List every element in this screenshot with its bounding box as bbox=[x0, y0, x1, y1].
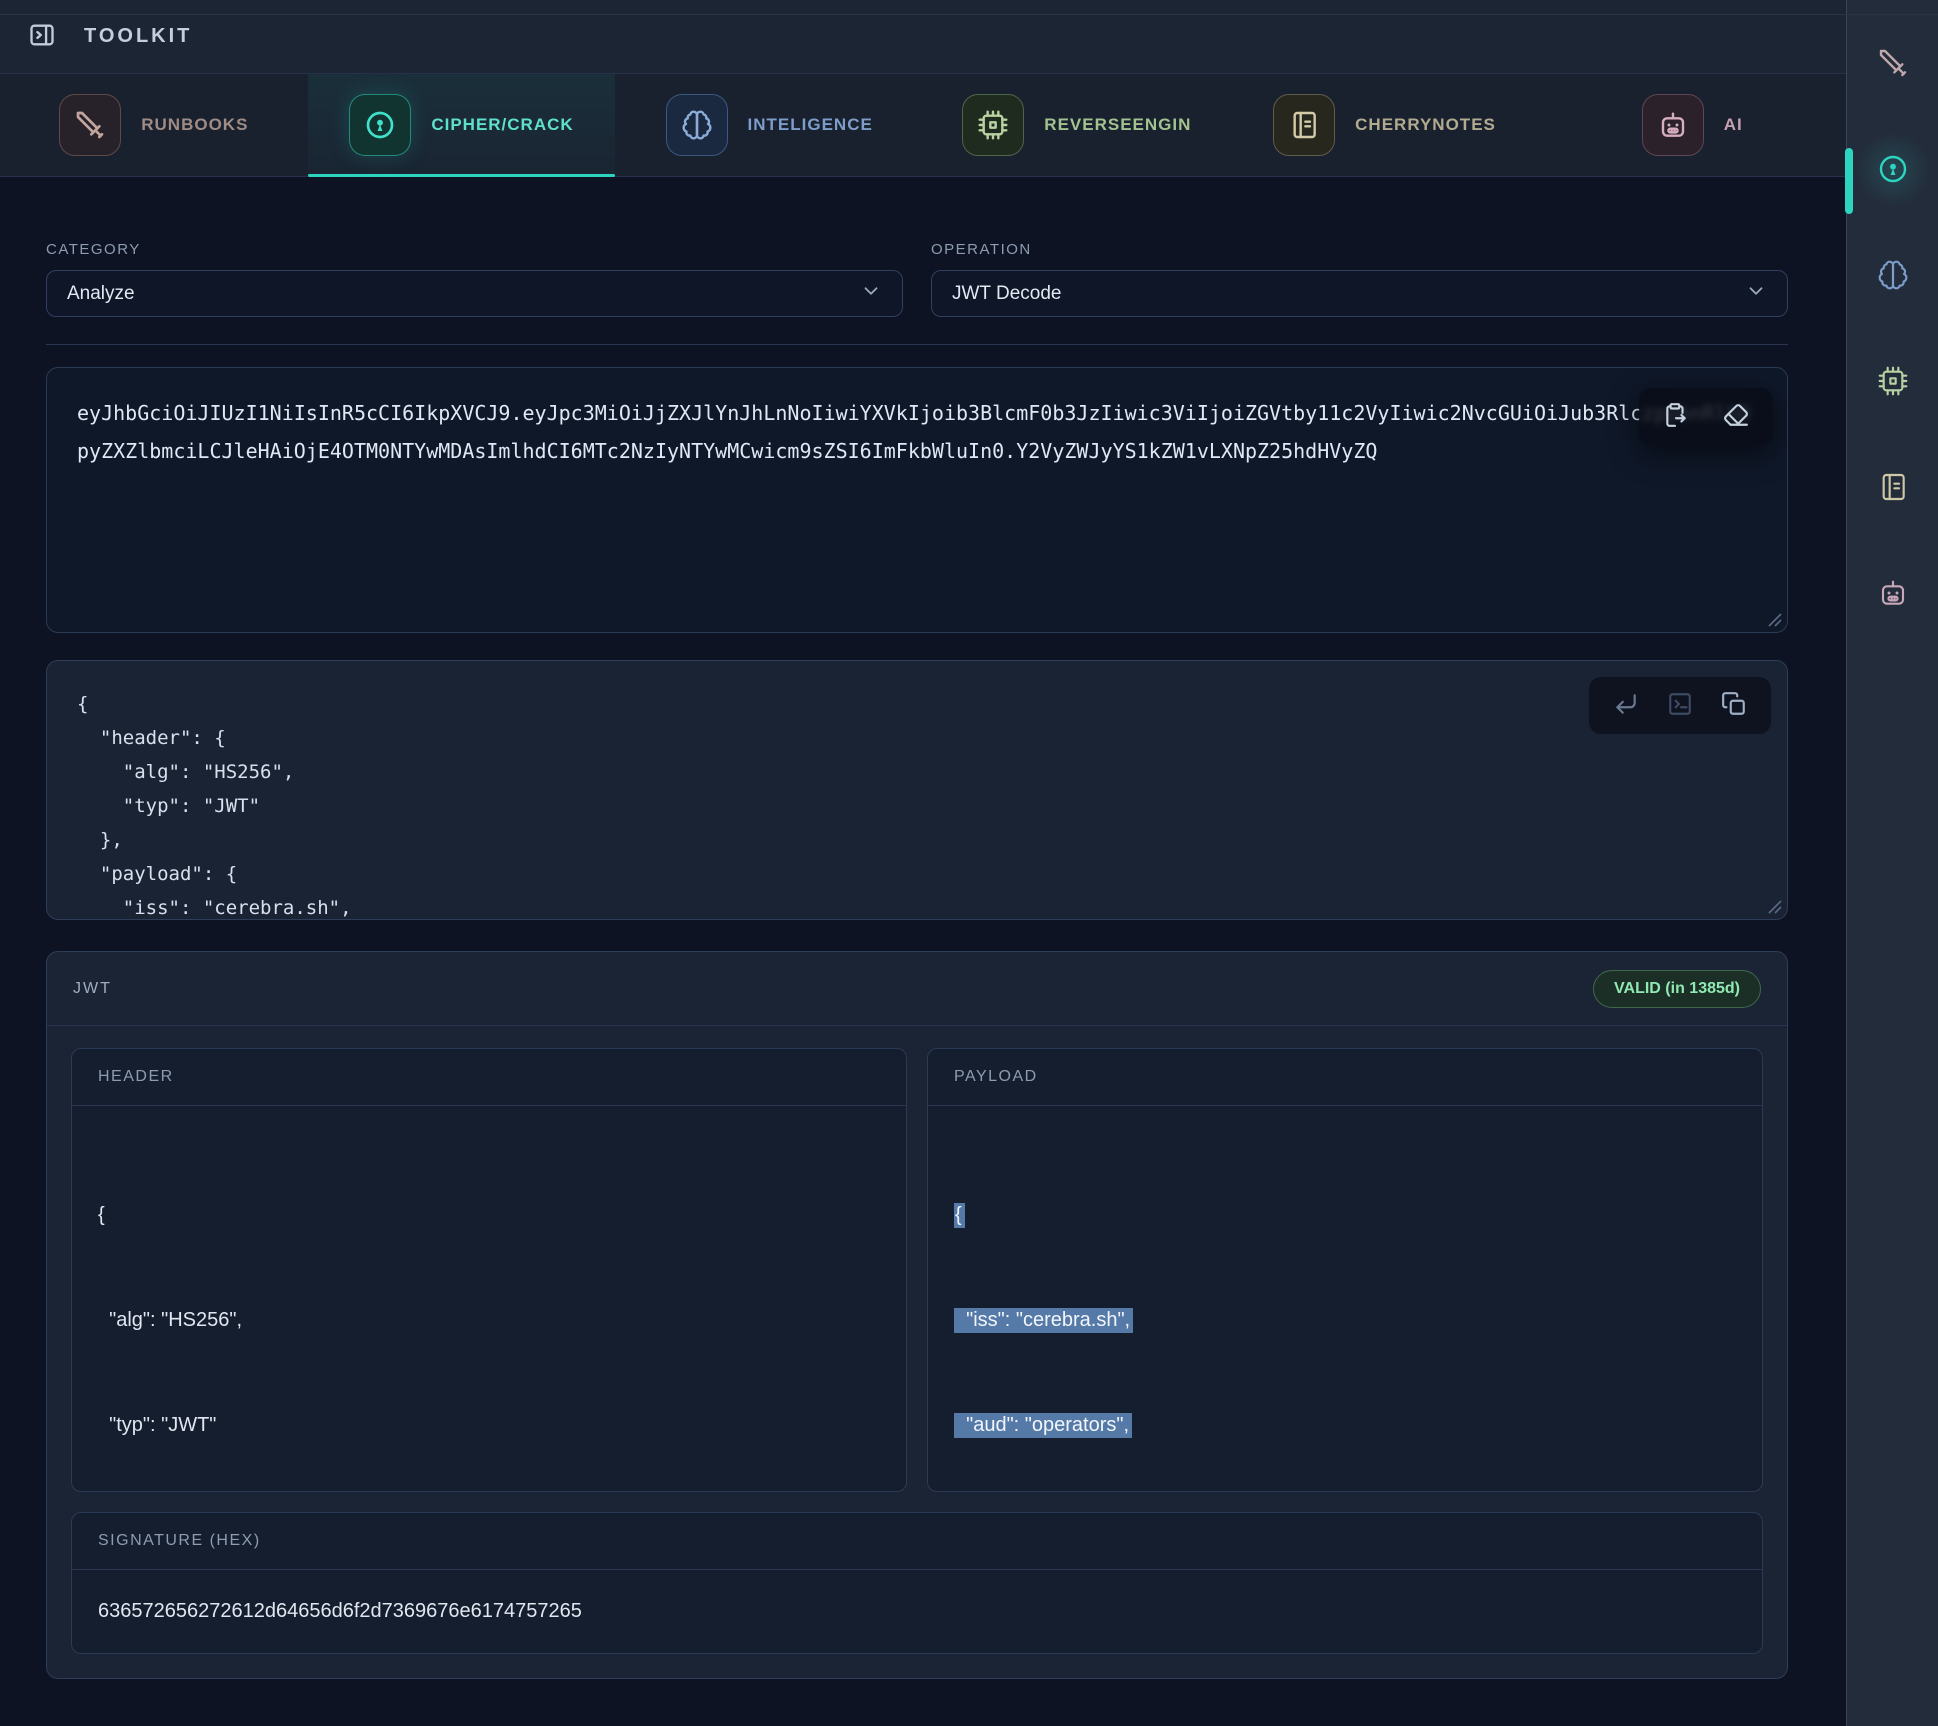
sidebar-runbooks-button[interactable] bbox=[1875, 46, 1911, 82]
copy-icon bbox=[1721, 691, 1747, 720]
notebook-icon bbox=[1273, 94, 1335, 156]
tab-label: AI bbox=[1724, 115, 1743, 135]
tab-label: RUNBOOKS bbox=[141, 115, 248, 135]
tab-intelligence[interactable]: INTELIGENCE bbox=[615, 74, 923, 176]
main-column: TOOLKIT RUNBOOKS CIPHER/CRACK INTELIGE bbox=[0, 0, 1846, 1726]
keyhole-icon bbox=[1877, 153, 1909, 188]
sidebar-cipher-button[interactable] bbox=[1875, 152, 1911, 188]
signature-card-title: SIGNATURE (HEX) bbox=[72, 1513, 1762, 1570]
copy-button[interactable] bbox=[1709, 685, 1759, 726]
header-line: { bbox=[98, 1198, 880, 1233]
operation-field: OPERATION JWT Decode bbox=[931, 241, 1788, 317]
topbar: TOOLKIT bbox=[0, 0, 1846, 74]
jwt-panel-header: JWT VALID (in 1385d) bbox=[47, 952, 1787, 1026]
signature-hex-value: 636572656272612d64656d6f2d7369676e617475… bbox=[72, 1570, 1762, 1653]
category-label: CATEGORY bbox=[46, 241, 903, 258]
operation-value: JWT Decode bbox=[952, 283, 1061, 305]
tab-label: INTELIGENCE bbox=[748, 115, 873, 135]
category-select[interactable]: Analyze bbox=[46, 270, 903, 317]
output-toolbar bbox=[1589, 677, 1771, 734]
cpu-icon bbox=[962, 94, 1024, 156]
payload-line: "aud": "operators", bbox=[954, 1408, 1736, 1443]
robot-icon bbox=[1877, 577, 1909, 612]
jwt-panel-title: JWT bbox=[73, 980, 112, 998]
clear-button[interactable] bbox=[1709, 396, 1763, 437]
sword-icon bbox=[1877, 47, 1909, 82]
operation-select[interactable]: JWT Decode bbox=[931, 270, 1788, 317]
section-divider bbox=[46, 344, 1788, 345]
tab-reverseengin[interactable]: REVERSEENGIN bbox=[923, 74, 1231, 176]
sidebar-cherrynotes-button[interactable] bbox=[1875, 470, 1911, 506]
sidebar-reverseengin-button[interactable] bbox=[1875, 364, 1911, 400]
paste-button[interactable] bbox=[1649, 396, 1703, 437]
payload-card-title: PAYLOAD bbox=[928, 1049, 1762, 1106]
app-root: TOOLKIT RUNBOOKS CIPHER/CRACK INTELIGE bbox=[0, 0, 1938, 1726]
tab-label: CHERRYNOTES bbox=[1355, 115, 1496, 135]
jwt-input[interactable]: eyJhbGciOiJIUzI1NiIsInR5cCI6IkpXVCJ9.eyJ… bbox=[47, 368, 1787, 632]
payload-line: { bbox=[954, 1198, 1736, 1233]
sidebar-active-indicator bbox=[1845, 148, 1853, 214]
app-title: TOOLKIT bbox=[84, 25, 192, 48]
category-field: CATEGORY Analyze bbox=[46, 241, 903, 317]
tab-cipher-crack[interactable]: CIPHER/CRACK bbox=[308, 74, 616, 176]
jwt-validity-badge: VALID (in 1385d) bbox=[1593, 970, 1761, 1008]
open-in-terminal-button[interactable] bbox=[1655, 685, 1705, 726]
payload-line: "iss": "cerebra.sh", bbox=[954, 1303, 1736, 1338]
sidebar bbox=[1846, 0, 1938, 1726]
category-value: Analyze bbox=[67, 283, 135, 305]
tab-label: CIPHER/CRACK bbox=[431, 115, 573, 135]
cipher-tool-content: CATEGORY Analyze OPERATION JWT Decode bbox=[0, 177, 1846, 1726]
header-card-json: { "alg": "HS256", "typ": "JWT" } bbox=[72, 1106, 906, 1492]
header-line: "alg": "HS256", bbox=[98, 1303, 880, 1338]
robot-icon bbox=[1642, 94, 1704, 156]
chevron-down-icon bbox=[860, 280, 882, 308]
panel-right-icon bbox=[28, 21, 56, 52]
sidebar-intelligence-button[interactable] bbox=[1875, 258, 1911, 294]
eraser-icon bbox=[1723, 402, 1749, 431]
payload-card-json: { "iss": "cerebra.sh", "aud": "operators… bbox=[928, 1106, 1762, 1492]
output-json: { "header": { "alg": "HS256", "typ": "JW… bbox=[47, 661, 1787, 920]
brain-icon bbox=[1877, 259, 1909, 294]
cpu-icon bbox=[1877, 365, 1909, 400]
header-card: HEADER { "alg": "HS256", "typ": "JWT" } bbox=[71, 1048, 907, 1492]
header-card-title: HEADER bbox=[72, 1049, 906, 1106]
tab-runbooks[interactable]: RUNBOOKS bbox=[0, 74, 308, 176]
clipboard-paste-icon bbox=[1663, 402, 1689, 431]
sword-icon bbox=[59, 94, 121, 156]
tab-cherrynotes[interactable]: CHERRYNOTES bbox=[1231, 74, 1539, 176]
resize-grip[interactable] bbox=[1768, 613, 1782, 627]
tabbar: RUNBOOKS CIPHER/CRACK INTELIGENCE REVERS… bbox=[0, 74, 1846, 177]
operation-label: OPERATION bbox=[931, 241, 1788, 258]
corner-down-left-icon bbox=[1613, 691, 1639, 720]
sidebar-ai-button[interactable] bbox=[1875, 576, 1911, 612]
jwt-panel-body: HEADER { "alg": "HS256", "typ": "JWT" } … bbox=[47, 1026, 1787, 1678]
output-container: { "header": { "alg": "HS256", "typ": "JW… bbox=[46, 660, 1788, 920]
keyhole-icon bbox=[349, 94, 411, 156]
jwt-cards-row: HEADER { "alg": "HS256", "typ": "JWT" } … bbox=[71, 1048, 1763, 1492]
resize-grip[interactable] bbox=[1768, 900, 1782, 914]
jwt-input-container: eyJhbGciOiJIUzI1NiIsInR5cCI6IkpXVCJ9.eyJ… bbox=[46, 367, 1788, 633]
payload-card: PAYLOAD { "iss": "cerebra.sh", "aud": "o… bbox=[927, 1048, 1763, 1492]
signature-card: SIGNATURE (HEX) 636572656272612d64656d6f… bbox=[71, 1512, 1763, 1654]
brain-icon bbox=[666, 94, 728, 156]
panel-toggle-button[interactable] bbox=[26, 19, 58, 54]
header-line: "typ": "JWT" bbox=[98, 1408, 880, 1443]
jwt-result-panel: JWT VALID (in 1385d) HEADER { "alg": "HS… bbox=[46, 951, 1788, 1679]
chevron-down-icon bbox=[1745, 280, 1767, 308]
tab-label: REVERSEENGIN bbox=[1044, 115, 1191, 135]
notebook-icon bbox=[1877, 471, 1909, 506]
send-to-input-button[interactable] bbox=[1601, 685, 1651, 726]
terminal-icon bbox=[1667, 691, 1693, 720]
selectors-row: CATEGORY Analyze OPERATION JWT Decode bbox=[46, 241, 1788, 317]
input-hover-toolbar bbox=[1639, 388, 1773, 445]
tab-ai[interactable]: AI bbox=[1538, 74, 1846, 176]
